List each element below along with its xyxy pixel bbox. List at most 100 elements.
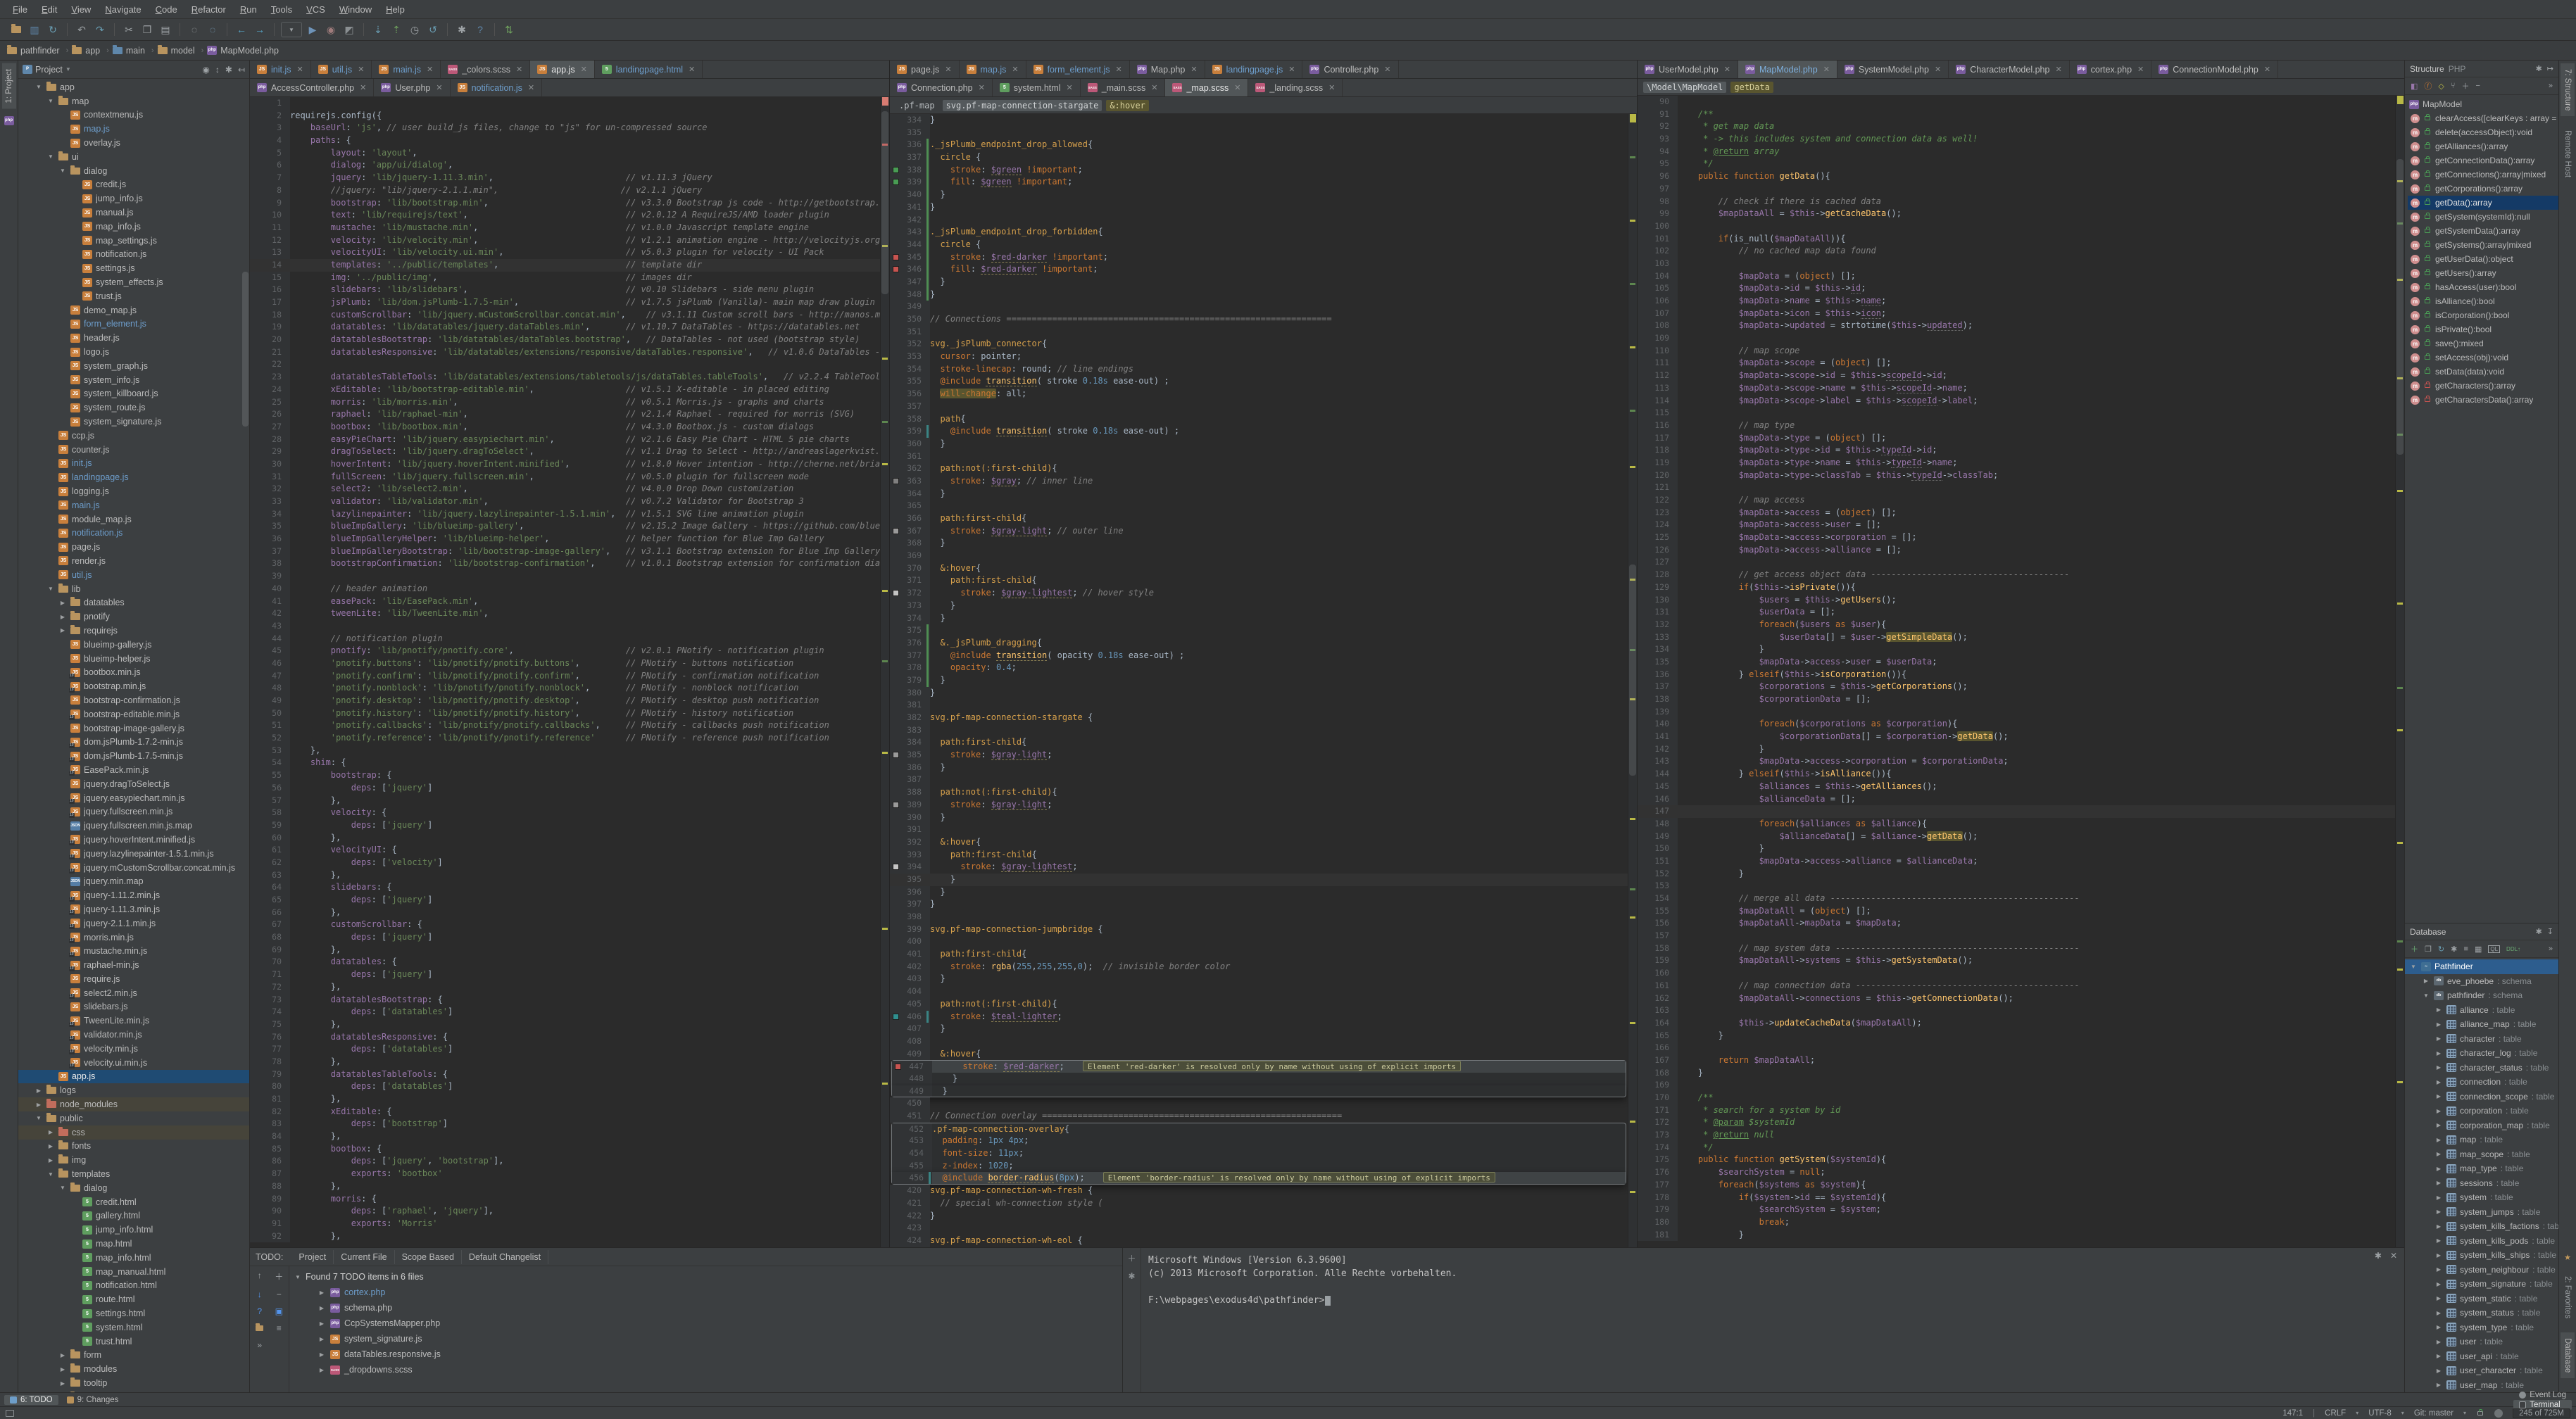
tree-item-tooltip[interactable]: ▶tooltip [18, 1376, 249, 1390]
line-number[interactable]: 379 [890, 674, 930, 687]
line-number[interactable]: 4 [250, 134, 290, 147]
line-number[interactable]: 18 [250, 309, 290, 322]
code-line[interactable]: 92 }, [250, 1230, 880, 1243]
error-stripe[interactable] [1628, 114, 1637, 1247]
line-number[interactable]: 97 [1638, 183, 1678, 196]
expand-icon[interactable]: ▶ [2434, 1339, 2443, 1345]
tree-item-header.js[interactable]: header.js [18, 331, 249, 345]
code-line[interactable]: 136 } elseif($this->isCorporation()){ [1638, 669, 2395, 681]
db-item-user_api[interactable]: ▶user_api: table [2405, 1349, 2558, 1364]
code-line[interactable]: 403 } [890, 973, 1628, 985]
tree-item-trust.html[interactable]: trust.html [18, 1335, 249, 1349]
close-icon[interactable]: ✕ [1234, 83, 1240, 92]
rollback-icon[interactable]: ↺ [425, 22, 441, 37]
line-number[interactable]: 377 [890, 650, 930, 662]
breadcrumb-item[interactable]: app [72, 46, 100, 56]
line-number[interactable]: 67 [250, 919, 290, 931]
line-number[interactable]: 361 [890, 450, 930, 463]
code-line[interactable]: 405 path:not(:first-child){ [890, 998, 1628, 1011]
line-number[interactable]: 134 [1638, 643, 1678, 656]
console-icon[interactable]: QL [2488, 945, 2500, 953]
tree-item-img[interactable]: ▶img [18, 1153, 249, 1167]
code-line[interactable]: 109 [1638, 332, 2395, 345]
line-number[interactable]: 68 [250, 931, 290, 944]
code-line[interactable]: 62 deps: ['velocity'] [250, 857, 880, 869]
todo-file-schema.php[interactable]: ▶schema.php [294, 1300, 1118, 1316]
code-line[interactable]: 92 * get map data [1638, 120, 2395, 133]
line-number[interactable]: 143 [1638, 755, 1678, 768]
code-line[interactable]: 48 'pnotify.nonblock': 'lib/pnotify/pnot… [250, 682, 880, 695]
code-line[interactable]: 138 $corporationData = []; [1638, 693, 2395, 706]
line-number[interactable]: 94 [1638, 146, 1678, 158]
code-line[interactable]: 181 } [1638, 1229, 2395, 1242]
error-stripe-mark[interactable] [1630, 818, 1635, 820]
line-number[interactable]: 58 [250, 807, 290, 819]
editor-scrollbar[interactable] [881, 111, 888, 294]
line-number[interactable]: 170 [1638, 1092, 1678, 1104]
close-icon[interactable]: ✕ [296, 65, 303, 74]
editor-tab-CharacterModel.php[interactable]: CharacterModel.php✕ [1949, 61, 2069, 78]
code-line[interactable]: 63 }, [250, 869, 880, 882]
error-stripe-mark[interactable] [1630, 1191, 1635, 1193]
line-number[interactable]: 352 [890, 338, 930, 351]
line-number[interactable]: 398 [890, 911, 930, 923]
error-stripe-mark[interactable] [1630, 466, 1635, 468]
expand-icon[interactable]: ▶ [58, 600, 67, 606]
editor-tab-ConnectionModel.php[interactable]: ConnectionModel.php✕ [2151, 61, 2278, 78]
tree-item-mustache.min.js[interactable]: mustache.min.js [18, 944, 249, 958]
expand-icon[interactable]: ▶ [46, 1157, 55, 1163]
line-number[interactable]: 22 [250, 358, 290, 371]
code-line[interactable]: 21 datatablesResponsive: 'lib/datatables… [250, 346, 880, 359]
close-icon[interactable]: ✕ [1823, 65, 1830, 74]
todo-file-system_signature.js[interactable]: ▶system_signature.js [294, 1331, 1118, 1347]
line-number[interactable]: 162 [1638, 992, 1678, 1005]
code-line[interactable]: 349 [890, 301, 1628, 313]
tree-item-render.js[interactable]: render.js [18, 554, 249, 568]
line-number[interactable]: 60 [250, 832, 290, 845]
line-number[interactable]: 403 [890, 973, 930, 985]
tree-item-ccp.js[interactable]: ccp.js [18, 429, 249, 443]
tree-item-map.js[interactable]: map.js [18, 122, 249, 136]
code-line[interactable]: 449 } [891, 1085, 1626, 1098]
db-item-connection[interactable]: ▶connection: table [2405, 1075, 2558, 1090]
expand-icon[interactable]: ▶ [58, 1352, 67, 1358]
tree-item-select2.min.js[interactable]: select2.min.js [18, 986, 249, 1000]
code-line[interactable]: 168 } [1638, 1067, 2395, 1080]
db-item-character[interactable]: ▶character: table [2405, 1032, 2558, 1047]
code-line[interactable]: 145 $alliances = $this->getAlliances(); [1638, 781, 2395, 793]
line-number[interactable]: 386 [890, 762, 930, 774]
tree-item-map_info.js[interactable]: map_info.js [18, 220, 249, 234]
code-line[interactable]: 348} [890, 289, 1628, 301]
run-config-select[interactable]: ▼ [281, 22, 302, 37]
tree-item-TweenLite.min.js[interactable]: TweenLite.min.js [18, 1014, 249, 1028]
code-line[interactable]: 355 @include transition( stroke 0.18s ea… [890, 375, 1628, 388]
table-view-icon[interactable]: ▦ [2475, 945, 2482, 954]
tree-item-requirejs[interactable]: ▶requirejs [18, 624, 249, 638]
todo-file-cortex.php[interactable]: ▶cortex.php [294, 1285, 1118, 1300]
breadcrumb-chip[interactable]: \Model\MapModel [1643, 82, 1726, 93]
collapse-icon[interactable]: ▼ [46, 98, 55, 104]
editor-tab-page.js[interactable]: page.js✕ [890, 61, 960, 78]
line-number[interactable]: 83 [250, 1118, 290, 1130]
close-icon[interactable]: ✕ [1384, 65, 1390, 74]
line-number[interactable]: 364 [890, 488, 930, 500]
code-line[interactable]: 65 deps: ['jquery'] [250, 894, 880, 907]
close-icon[interactable]: ✕ [1190, 65, 1197, 74]
tree-item-dialog[interactable]: ▼dialog [18, 1181, 249, 1195]
code-line[interactable]: 351 [890, 326, 1628, 339]
code-line[interactable]: 366 path:first-child{ [890, 512, 1628, 525]
line-number[interactable]: 106 [1638, 295, 1678, 308]
code-line[interactable]: 344 circle { [890, 239, 1628, 251]
line-number[interactable]: 132 [1638, 619, 1678, 631]
line-number[interactable]: 452 [892, 1123, 932, 1135]
db-item-map_scope[interactable]: ▶map_scope: table [2405, 1147, 2558, 1162]
line-number[interactable]: 1 [250, 97, 290, 110]
code-line[interactable]: 383 [890, 724, 1628, 737]
tree-item-system_killboard.js[interactable]: system_killboard.js [18, 387, 249, 401]
code-line[interactable]: 373 } [890, 600, 1628, 612]
tree-item-jquery.fullscreen.min.js[interactable]: jquery.fullscreen.min.js [18, 805, 249, 819]
error-stripe-mark[interactable] [882, 660, 888, 662]
code-line[interactable]: 409 &:hover{ [890, 1048, 1628, 1061]
code-line[interactable]: 27 bootbox: 'lib/bootbox.min', // v4.3.0… [250, 421, 880, 434]
deploy-icon[interactable]: ⇅ [501, 22, 517, 37]
